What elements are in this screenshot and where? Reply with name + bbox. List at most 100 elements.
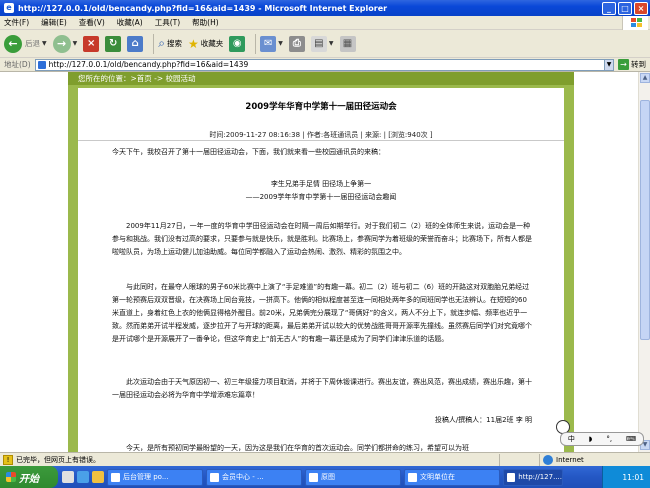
status-pane bbox=[500, 453, 540, 466]
ie-icon: e bbox=[4, 3, 14, 13]
article: 2009学年华育中学第十一届田径运动会 时间:2009-11-27 08:16:… bbox=[78, 88, 564, 452]
divider bbox=[78, 140, 564, 141]
start-label: 开始 bbox=[19, 473, 39, 485]
breadcrumb: 您所在的位置：>首页 -> 校园活动 bbox=[68, 72, 574, 85]
discuss-icon: ▦ bbox=[339, 35, 356, 52]
menu-bar: 文件(F) 编辑(E) 查看(V) 收藏(A) 工具(T) 帮助(H) bbox=[0, 16, 650, 30]
article-title: 2009学年华育中学第十一届田径运动会 bbox=[245, 102, 397, 112]
minimize-button[interactable]: _ bbox=[602, 1, 616, 15]
maximize-button[interactable]: □ bbox=[618, 1, 632, 15]
window-title-bar[interactable]: e http://127.0.0.1/old/bencandy.php?fid=… bbox=[0, 0, 650, 16]
windows-logo-icon bbox=[622, 16, 648, 30]
article-subtitle-2: ——2009学年华育中学第十一届田径运动会趣闻 bbox=[245, 193, 397, 201]
favorites-button[interactable]: ★ 收藏夹 bbox=[188, 37, 223, 51]
chevron-down-icon: ▼ bbox=[278, 40, 283, 47]
globe-icon bbox=[543, 454, 553, 465]
refresh-button[interactable]: ↻ bbox=[105, 35, 122, 52]
start-button[interactable]: 开始 bbox=[0, 466, 58, 488]
chevron-down-icon: ▼ bbox=[72, 40, 78, 47]
clock[interactable]: 11:01 bbox=[622, 473, 644, 482]
stop-button[interactable]: × bbox=[83, 35, 100, 52]
folder-icon[interactable] bbox=[92, 471, 104, 483]
edit-icon: ▤ bbox=[310, 35, 327, 52]
back-arrow-icon: ← bbox=[4, 34, 22, 53]
page-viewport: 您所在的位置：>首页 -> 校园活动 2009学年华育中学第十一届田径运动会 时… bbox=[0, 72, 638, 452]
ime-keyboard-icon[interactable]: ⌨ bbox=[626, 435, 636, 443]
desktop-icon[interactable] bbox=[62, 471, 74, 483]
taskbar-item-active[interactable]: http://127.... bbox=[503, 468, 563, 486]
menu-edit[interactable]: 编辑(E) bbox=[41, 17, 67, 28]
vertical-scrollbar[interactable]: ▲ ▼ bbox=[638, 72, 650, 452]
address-url: http://127.0.0.1/old/bencandy.php?fid=16… bbox=[48, 60, 249, 69]
go-label: 转到 bbox=[631, 60, 646, 69]
document-icon bbox=[408, 472, 417, 482]
menu-help[interactable]: 帮助(H) bbox=[192, 17, 219, 28]
folder-icon bbox=[309, 472, 318, 482]
address-label: 地址(D) bbox=[4, 60, 31, 69]
taskbar-item[interactable]: 会员中心 - ... bbox=[206, 468, 302, 486]
ie-icon bbox=[507, 472, 516, 482]
media-button[interactable]: ◉ bbox=[229, 35, 246, 52]
discuss-button[interactable]: ▦ bbox=[339, 35, 356, 52]
taskbar-item-label: 会员中心 - ... bbox=[222, 473, 264, 481]
refresh-icon: ↻ bbox=[105, 35, 122, 52]
star-icon: ★ bbox=[187, 36, 199, 51]
page-icon bbox=[37, 60, 46, 69]
taskbar-item-label: 文明单位在 bbox=[420, 473, 455, 481]
article-meta: 时间:2009-11-27 08:16:38 | 作者:各班通讯员 | 来源: … bbox=[209, 131, 433, 139]
ime-punctuation[interactable]: °, bbox=[606, 435, 612, 443]
article-paragraph: 此次运动会由于天气原因初一、初三年级接力项目取消，并将于下周休锻课进行。赛出友谊… bbox=[112, 378, 532, 399]
menu-file[interactable]: 文件(F) bbox=[4, 17, 29, 28]
favorites-label: 收藏夹 bbox=[200, 39, 224, 48]
zone-label: Internet bbox=[556, 455, 584, 464]
toolbar: ← 后退 ▼ → ▼ × ↻ ⌂ ⌕ 搜索 ★ 收藏夹 ◉ ✉ ▼ ⎙ ▤ ▼ … bbox=[0, 30, 650, 58]
edit-button[interactable]: ▤ ▼ bbox=[310, 35, 334, 52]
go-arrow-icon: → bbox=[618, 59, 629, 70]
scroll-up-icon[interactable]: ▲ bbox=[640, 73, 650, 83]
site-container: 您所在的位置：>首页 -> 校园活动 2009学年华育中学第十一届田径运动会 时… bbox=[68, 72, 574, 452]
print-icon: ⎙ bbox=[288, 35, 305, 52]
taskbar-item[interactable]: 后台管理 po... bbox=[107, 468, 203, 486]
article-paragraph: 与此同时，在最夺人眼球的男子60米比赛中上演了“手足难道”的有趣一幕。初二（2）… bbox=[112, 283, 532, 343]
home-icon: ⌂ bbox=[127, 35, 144, 52]
status-message-pane[interactable]: ! 已完毕，但网页上有错误。 bbox=[0, 453, 500, 466]
scroll-thumb[interactable] bbox=[640, 100, 650, 340]
address-dropdown-button[interactable]: ▼ bbox=[604, 58, 614, 71]
zone-pane: Internet bbox=[540, 454, 650, 466]
menu-view[interactable]: 查看(V) bbox=[79, 17, 105, 28]
taskbar-item-label: http://127.... bbox=[518, 473, 562, 481]
print-button[interactable]: ⎙ bbox=[288, 35, 305, 52]
address-input[interactable]: http://127.0.0.1/old/bencandy.php?fid=16… bbox=[34, 58, 605, 71]
article-paragraph: 今天，是所有预初同学最盼望的一天，因为这是我们在华育的首次运动会。同学们都拼命的… bbox=[126, 444, 469, 452]
menu-tools[interactable]: 工具(T) bbox=[155, 17, 180, 28]
back-label: 后退 bbox=[25, 39, 40, 48]
media-icon: ◉ bbox=[229, 35, 246, 52]
stop-icon: × bbox=[83, 35, 100, 52]
address-bar: 地址(D) http://127.0.0.1/old/bencandy.php?… bbox=[0, 58, 650, 72]
home-button[interactable]: ⌂ bbox=[127, 35, 144, 52]
ie-icon[interactable] bbox=[77, 471, 89, 483]
taskbar-item-label: 后台管理 po... bbox=[123, 473, 169, 481]
forward-button[interactable]: → ▼ bbox=[52, 34, 78, 53]
mail-button[interactable]: ✉ ▼ bbox=[260, 35, 283, 52]
status-message: 已完毕，但网页上有错误。 bbox=[16, 455, 100, 464]
back-button[interactable]: ← 后退 ▼ bbox=[4, 34, 47, 53]
warning-icon: ! bbox=[3, 454, 13, 465]
ime-moon-icon[interactable]: ◗ bbox=[589, 435, 593, 443]
system-tray: 11:01 bbox=[602, 466, 650, 488]
ie-icon bbox=[210, 472, 219, 482]
taskbar-item[interactable]: 原图 bbox=[305, 468, 401, 486]
search-button[interactable]: ⌕ 搜索 bbox=[158, 36, 182, 51]
taskbar: 开始 后台管理 po... 会员中心 - ... 原图 文明单位在 http:/… bbox=[0, 466, 650, 488]
chevron-down-icon: ▼ bbox=[328, 40, 334, 47]
quick-launch bbox=[62, 471, 107, 483]
menu-favorites[interactable]: 收藏(A) bbox=[117, 17, 143, 28]
close-button[interactable]: × bbox=[634, 1, 648, 15]
toolbar-divider bbox=[255, 33, 257, 54]
windows-logo-icon bbox=[6, 472, 16, 482]
ime-mode[interactable]: 中 bbox=[568, 434, 575, 444]
search-icon: ⌕ bbox=[158, 36, 165, 50]
go-button[interactable]: → 转到 bbox=[618, 59, 646, 70]
taskbar-item[interactable]: 文明单位在 bbox=[404, 468, 500, 486]
ime-toolbar[interactable]: 中 ◗ °, ⌨ bbox=[560, 432, 644, 446]
